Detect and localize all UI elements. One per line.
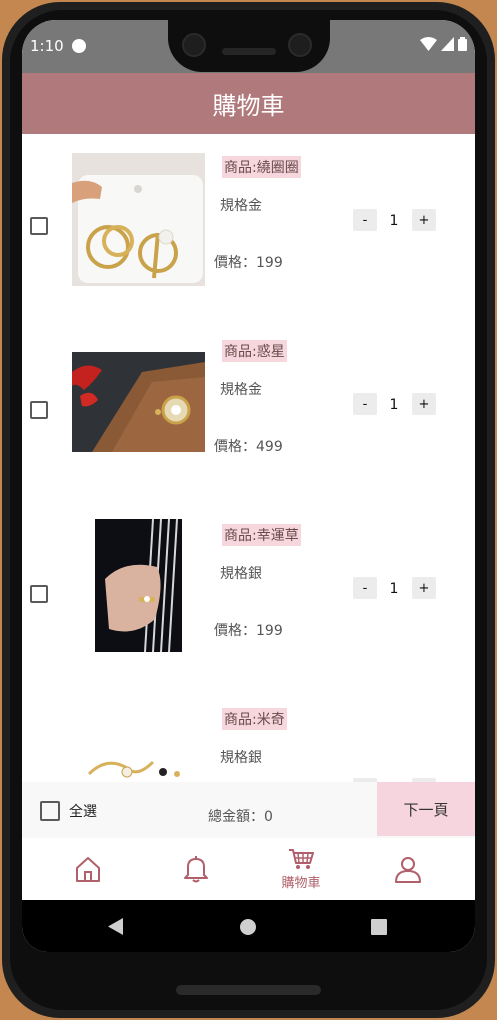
nav-home[interactable]: [66, 838, 110, 900]
cart-item: 商品:幸運草 規格銀 價格：199 - 1 +: [22, 502, 475, 686]
product-spec: 規格金: [220, 382, 262, 398]
system-navigation-bar: [22, 900, 475, 952]
product-image: [72, 352, 205, 452]
battery-icon: [458, 37, 467, 51]
phone-chin-speaker: [176, 985, 321, 995]
product-spec: 規格金: [220, 198, 262, 214]
select-all-label: 全選: [69, 804, 97, 820]
product-spec: 規格銀: [220, 750, 262, 766]
item-checkbox[interactable]: [30, 585, 48, 603]
quantity-value: 1: [389, 213, 399, 229]
product-spec: 規格銀: [220, 566, 262, 582]
product-name: 商品:繞圈圈: [222, 156, 301, 178]
increase-button[interactable]: +: [412, 393, 436, 415]
back-icon[interactable]: [108, 918, 124, 935]
nav-cart[interactable]: 購物車: [272, 838, 330, 900]
product-image: [72, 153, 205, 286]
product-image: [95, 519, 182, 652]
decrease-button[interactable]: -: [353, 209, 377, 231]
quantity-value: 1: [389, 581, 399, 597]
screen: 1:10 購物車 商品:繞圈圈 規格金 價格：199 - 1 + 商品:惑星 規…: [22, 20, 475, 952]
item-checkbox[interactable]: [30, 217, 48, 235]
nav-cart-label: 購物車: [281, 875, 321, 891]
decrease-button[interactable]: -: [353, 577, 377, 599]
cart-item: 商品:繞圈圈 規格金 價格：199 - 1 +: [22, 134, 475, 318]
next-page-button[interactable]: 下一頁: [377, 782, 475, 836]
home-icon: [76, 857, 100, 882]
select-all-checkbox[interactable]: [40, 801, 60, 821]
page-title-bar: 購物車: [22, 73, 475, 134]
nav-profile[interactable]: [388, 838, 428, 900]
checkout-bar: 全選 總金額：0 下一頁: [22, 782, 475, 838]
product-price: 價格：499: [214, 439, 283, 455]
cart-list[interactable]: 商品:繞圈圈 規格金 價格：199 - 1 + 商品:惑星 規格金 價格：499…: [22, 134, 475, 782]
nav-notifications[interactable]: [174, 838, 218, 900]
bell-icon: [184, 856, 208, 883]
product-price: 價格：199: [214, 623, 283, 639]
recents-icon[interactable]: [371, 919, 387, 935]
notification-icon: [72, 39, 86, 53]
product-image: [87, 752, 187, 782]
item-checkbox[interactable]: [30, 401, 48, 419]
wifi-icon: [420, 37, 437, 51]
quantity-value: 1: [389, 397, 399, 413]
status-time: 1:10: [30, 37, 64, 55]
camera-icon: [288, 33, 312, 57]
increase-button[interactable]: +: [412, 209, 436, 231]
total-amount: 總金額：0: [208, 809, 273, 822]
home-dot-icon[interactable]: [240, 919, 256, 935]
product-price: 價格：199: [214, 255, 283, 271]
product-name: 商品:惑星: [222, 340, 287, 362]
camera-notch: [168, 20, 330, 72]
camera-icon: [182, 33, 206, 57]
page-title: 購物車: [212, 92, 285, 120]
signal-icon: [441, 37, 454, 51]
cart-icon: [289, 848, 314, 869]
bottom-navigation: 購物車: [22, 838, 475, 900]
product-name: 商品:幸運草: [222, 524, 301, 546]
speaker-grille: [222, 48, 276, 55]
status-bar: 1:10: [22, 20, 475, 73]
cart-item: 商品:惑星 規格金 價格：499 - 1 +: [22, 318, 475, 502]
status-icons: [420, 37, 467, 51]
person-icon: [395, 857, 421, 883]
decrease-button[interactable]: -: [353, 393, 377, 415]
cart-item: 商品:米奇 規格銀 - 7 +: [22, 686, 475, 782]
increase-button[interactable]: +: [412, 577, 436, 599]
product-name: 商品:米奇: [222, 708, 287, 730]
